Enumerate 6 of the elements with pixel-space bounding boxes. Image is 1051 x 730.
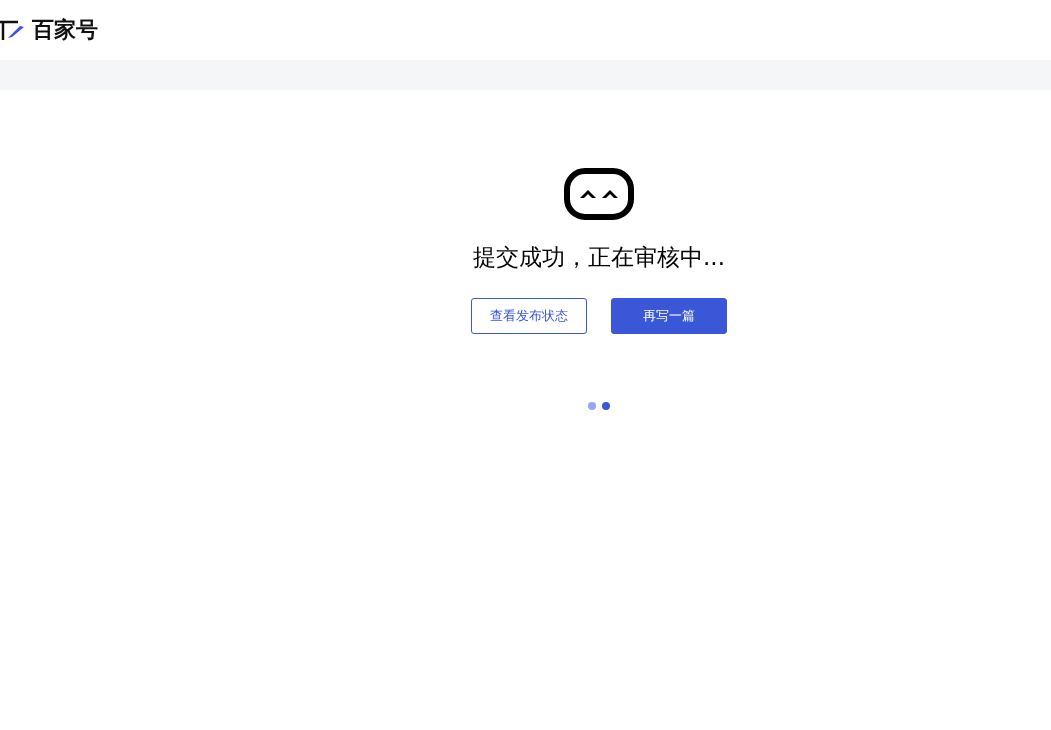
- logo-text[interactable]: 百家号: [32, 19, 98, 41]
- write-another-button[interactable]: 再写一篇: [611, 298, 727, 334]
- status-message: 提交成功，正在审核中...: [473, 243, 725, 272]
- view-status-button[interactable]: 查看发布状态: [471, 298, 587, 334]
- smiling-face-icon: [564, 168, 634, 220]
- logo-icon: [0, 19, 26, 41]
